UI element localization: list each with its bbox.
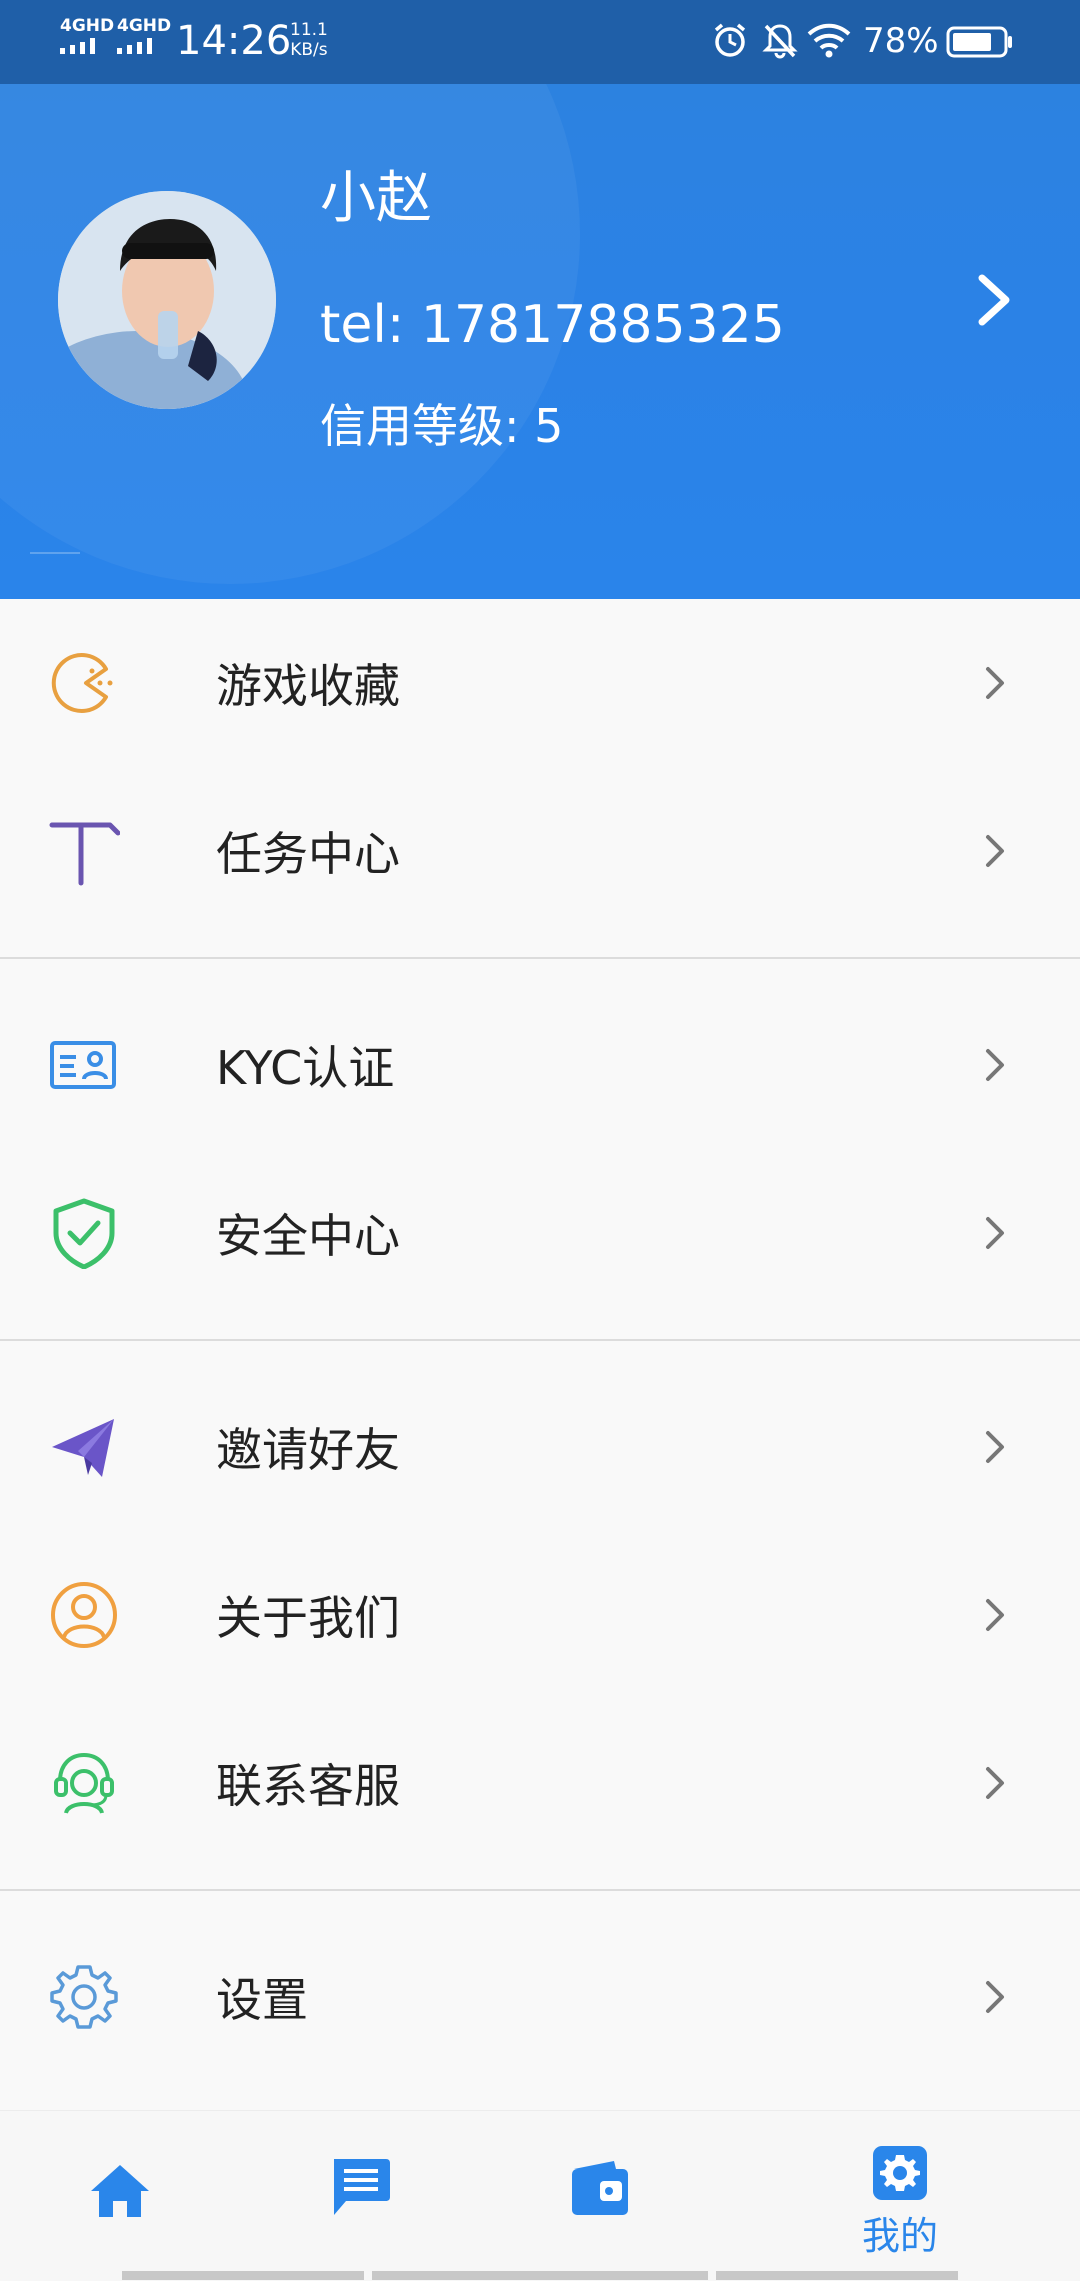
- wifi-icon: [807, 23, 851, 58]
- chevron-right-icon[interactable]: [970, 270, 1020, 330]
- battery-icon: [946, 26, 1012, 58]
- menu-item-label: 任务中心: [216, 827, 400, 881]
- menu-item-game-favorites[interactable]: 游戏收藏: [0, 599, 1080, 767]
- chevron-right-icon: [986, 1981, 1004, 2013]
- nav-messages[interactable]: [240, 2111, 480, 2281]
- bottom-nav: 我的: [0, 2110, 1080, 2281]
- nav-indicator: [122, 2271, 364, 2280]
- chevron-right-icon: [986, 1599, 1004, 1631]
- chevron-right-icon: [986, 835, 1004, 867]
- nav-indicator: [372, 2271, 708, 2280]
- menu-item-label: 设置: [216, 1973, 308, 2027]
- header-decoration: [30, 552, 80, 554]
- task-t-icon: [49, 822, 120, 886]
- message-icon: [334, 2159, 390, 2215]
- home-icon: [91, 2165, 149, 2217]
- menu-list: 游戏收藏 任务中心 KYC认证 安全中心 邀请好友 关于我们 联系客服 设置: [0, 599, 1080, 2081]
- credit-level: 信用等级: 5: [320, 399, 564, 453]
- menu-item-invite-friends[interactable]: 邀请好友: [0, 1363, 1080, 1531]
- menu-item-label: 联系客服: [216, 1759, 400, 1813]
- menu-item-label: 游戏收藏: [216, 659, 400, 713]
- profile-header[interactable]: 小赵 tel: 17817885325 信用等级: 5: [0, 84, 1080, 599]
- speed-value: 11.1: [290, 20, 328, 40]
- nav-indicator: [716, 2271, 958, 2280]
- menu-item-kyc[interactable]: KYC认证: [0, 981, 1080, 1149]
- chevron-right-icon: [986, 667, 1004, 699]
- phone-number: tel: 17817885325: [320, 295, 785, 355]
- menu-group-1: 游戏收藏 任务中心: [0, 599, 1080, 957]
- alarm-icon: [714, 23, 746, 57]
- nav-mine[interactable]: 我的: [780, 2111, 1020, 2281]
- menu-item-security-center[interactable]: 安全中心: [0, 1149, 1080, 1317]
- menu-item-label: 邀请好友: [216, 1423, 400, 1477]
- menu-item-label: 安全中心: [216, 1209, 400, 1263]
- menu-item-label: 关于我们: [216, 1591, 400, 1645]
- menu-item-about-us[interactable]: 关于我们: [0, 1531, 1080, 1699]
- avatar[interactable]: [58, 191, 276, 409]
- menu-item-label: KYC认证: [216, 1041, 395, 1095]
- menu-group-4: 设置: [0, 1891, 1080, 2081]
- menu-item-task-center[interactable]: 任务中心: [0, 767, 1080, 935]
- network-type-1: 4GHD: [60, 16, 115, 36]
- nav-wallet[interactable]: [480, 2111, 720, 2281]
- paper-plane-icon: [52, 1419, 114, 1477]
- settings-icon: [873, 2146, 927, 2200]
- network-speed: 11.1 KB/s: [290, 20, 328, 60]
- status-bar: 4GHD 4GHD 14:26 11.1 KB/s 78%: [0, 0, 1080, 84]
- speed-unit: KB/s: [290, 40, 328, 60]
- pacman-icon: [51, 653, 113, 713]
- menu-item-contact-support[interactable]: 联系客服: [0, 1699, 1080, 1867]
- chevron-right-icon: [986, 1217, 1004, 1249]
- nav-home[interactable]: [0, 2111, 240, 2281]
- network-type-2: 4GHD: [117, 16, 172, 36]
- id-card-icon: [50, 1041, 116, 1089]
- wallet-icon: [572, 2161, 628, 2215]
- avatar-image: [58, 191, 276, 409]
- chevron-right-icon: [986, 1767, 1004, 1799]
- battery-percent: 78%: [863, 21, 939, 61]
- menu-group-2: KYC认证 安全中心: [0, 959, 1080, 1339]
- menu-group-3: 邀请好友 关于我们 联系客服: [0, 1341, 1080, 1889]
- chevron-right-icon: [986, 1049, 1004, 1081]
- mute-icon: [762, 24, 798, 59]
- nav-label-mine: 我的: [861, 2214, 938, 2258]
- chevron-right-icon: [986, 1431, 1004, 1463]
- gear-icon: [50, 1965, 118, 2029]
- username: 小赵: [320, 166, 432, 231]
- user-circle-icon: [51, 1582, 117, 1648]
- clock: 14:26: [176, 18, 292, 64]
- signal-bars-2-icon: [117, 38, 152, 54]
- headset-icon: [54, 1752, 114, 1814]
- shield-check-icon: [53, 1198, 115, 1269]
- menu-item-settings[interactable]: 设置: [0, 1913, 1080, 2081]
- signal-bars-1-icon: [60, 38, 95, 54]
